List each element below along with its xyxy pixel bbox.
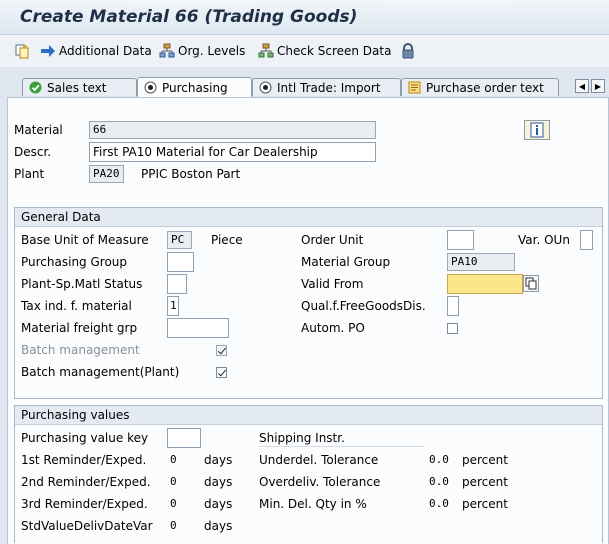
plant-status-field[interactable] <box>167 274 187 294</box>
info-icon <box>530 122 544 138</box>
underdel-unit: percent <box>462 453 508 467</box>
stdvalue-unit: days <box>204 519 233 533</box>
reminder3-unit: days <box>204 497 233 511</box>
application-toolbar: Additional Data Org. Levels Check Screen… <box>0 35 609 67</box>
order-unit-label: Order Unit <box>301 233 364 247</box>
min-del-qty-unit: percent <box>462 497 508 511</box>
tab-label: Intl Trade: Import <box>277 80 381 95</box>
check-icon <box>29 81 42 94</box>
org-levels-button[interactable]: Org. Levels <box>159 43 245 59</box>
freight-group-label: Material freight grp <box>21 321 138 335</box>
shipping-instr-underline <box>259 446 425 447</box>
page-title: Create Material 66 (Trading Goods) <box>20 7 358 27</box>
general-data-header: General Data <box>15 208 602 227</box>
title-bar: Create Material 66 (Trading Goods) <box>0 0 609 35</box>
tab-purchase-order-text[interactable]: Purchase order text <box>401 78 559 96</box>
tab-label: Purchase order text <box>426 80 544 95</box>
reminder1-unit: days <box>204 453 233 467</box>
material-label: Material <box>14 123 63 137</box>
reminder2-unit: days <box>204 475 233 489</box>
base-uom-label: Base Unit of Measure <box>21 233 149 247</box>
base-uom-text: Piece <box>211 233 243 247</box>
var-oun-field[interactable] <box>580 230 593 250</box>
info-button[interactable] <box>524 120 550 140</box>
copy-icon <box>15 44 29 59</box>
autom-po-checkbox[interactable] <box>447 323 458 334</box>
purchasing-group-field[interactable] <box>167 252 194 272</box>
lock-button[interactable] <box>400 43 419 59</box>
stdvalue-label: StdValueDelivDateVar <box>21 519 153 533</box>
arrow-right-icon <box>41 45 55 57</box>
stdvalue-value: 0 <box>170 519 177 532</box>
additional-data-label: Additional Data <box>59 44 152 58</box>
batch-management-label: Batch management <box>21 343 140 357</box>
plant-name: PPIC Boston Part <box>141 167 241 181</box>
tab-label: Purchasing <box>162 80 228 95</box>
qual-free-goods-label: Qual.f.FreeGoodsDis. <box>301 299 426 313</box>
purchasing-group-label: Purchasing Group <box>21 255 128 269</box>
purchasing-value-key-field[interactable] <box>167 428 201 448</box>
tax-field[interactable]: 1 <box>167 296 179 316</box>
base-uom-field[interactable]: PC <box>167 231 192 249</box>
underdel-label: Underdel. Tolerance <box>259 453 379 467</box>
purchasing-values-header: Purchasing values <box>15 406 602 425</box>
order-unit-field[interactable] <box>447 230 474 250</box>
radio-icon <box>259 81 272 94</box>
tab-strip: Sales text Purchasing Intl Trade: Import… <box>0 67 609 97</box>
lock-icon <box>402 43 414 59</box>
tab-scroll-left-button[interactable]: ◀ <box>575 79 589 93</box>
note-icon <box>408 81 421 94</box>
radio-icon <box>144 81 157 94</box>
freight-group-field[interactable] <box>167 318 229 338</box>
min-del-qty-value: 0.0 <box>429 497 449 510</box>
description-field[interactable]: First PA10 Material for Car Dealership <box>89 142 376 162</box>
check-screen-data-label: Check Screen Data <box>277 44 392 58</box>
additional-data-button[interactable]: Additional Data <box>40 43 152 59</box>
reminder2-value: 0 <box>170 475 177 488</box>
hierarchy-icon <box>159 43 175 58</box>
tab-sales-text[interactable]: Sales text <box>22 78 137 96</box>
underdel-value: 0.0 <box>429 453 449 466</box>
var-oun-label: Var. OUn <box>518 233 570 247</box>
purchasing-value-key-label: Purchasing value key <box>21 431 149 445</box>
check-data-icon <box>258 43 274 58</box>
org-levels-label: Org. Levels <box>178 44 246 58</box>
overdel-unit: percent <box>462 475 508 489</box>
calendar-button[interactable] <box>523 275 539 292</box>
overdel-value: 0.0 <box>429 475 449 488</box>
tab-purchasing[interactable]: Purchasing <box>137 77 252 97</box>
reminder3-label: 3rd Reminder/Exped. <box>21 497 148 511</box>
descr-label: Descr. <box>14 145 52 159</box>
material-field[interactable]: 66 <box>89 121 376 139</box>
min-del-qty-label: Min. Del. Qty in % <box>259 497 367 511</box>
plant-status-label: Plant-Sp.Matl Status <box>21 277 143 291</box>
autom-po-label: Autom. PO <box>301 321 365 335</box>
tab-label: Sales text <box>47 80 107 95</box>
reminder1-label: 1st Reminder/Exped. <box>21 453 147 467</box>
copy-value-icon <box>525 277 537 290</box>
valid-from-label: Valid From <box>301 277 364 291</box>
check-screen-data-button[interactable]: Check Screen Data <box>258 43 391 59</box>
other-material-button[interactable] <box>14 43 33 59</box>
batch-management-plant-checkbox[interactable] <box>216 367 227 378</box>
reminder1-value: 0 <box>170 453 177 466</box>
plant-field[interactable]: PA20 <box>89 165 124 183</box>
qual-free-goods-field[interactable] <box>447 296 459 316</box>
batch-management-plant-label: Batch management(Plant) <box>21 365 180 379</box>
material-group-field[interactable]: PA10 <box>447 253 515 271</box>
tab-scroll-right-button[interactable]: ▶ <box>591 79 605 93</box>
overdel-label: Overdeliv. Tolerance <box>259 475 381 489</box>
plant-label: Plant <box>14 167 45 181</box>
material-group-label: Material Group <box>301 255 391 269</box>
shipping-instr-label: Shipping Instr. <box>259 431 345 445</box>
valid-from-field[interactable] <box>447 274 523 294</box>
reminder2-label: 2nd Reminder/Exped. <box>21 475 151 489</box>
reminder3-value: 0 <box>170 497 177 510</box>
tax-label: Tax ind. f. material <box>21 299 132 313</box>
tab-intl-trade-import[interactable]: Intl Trade: Import <box>252 78 401 96</box>
batch-management-checkbox <box>216 345 227 356</box>
